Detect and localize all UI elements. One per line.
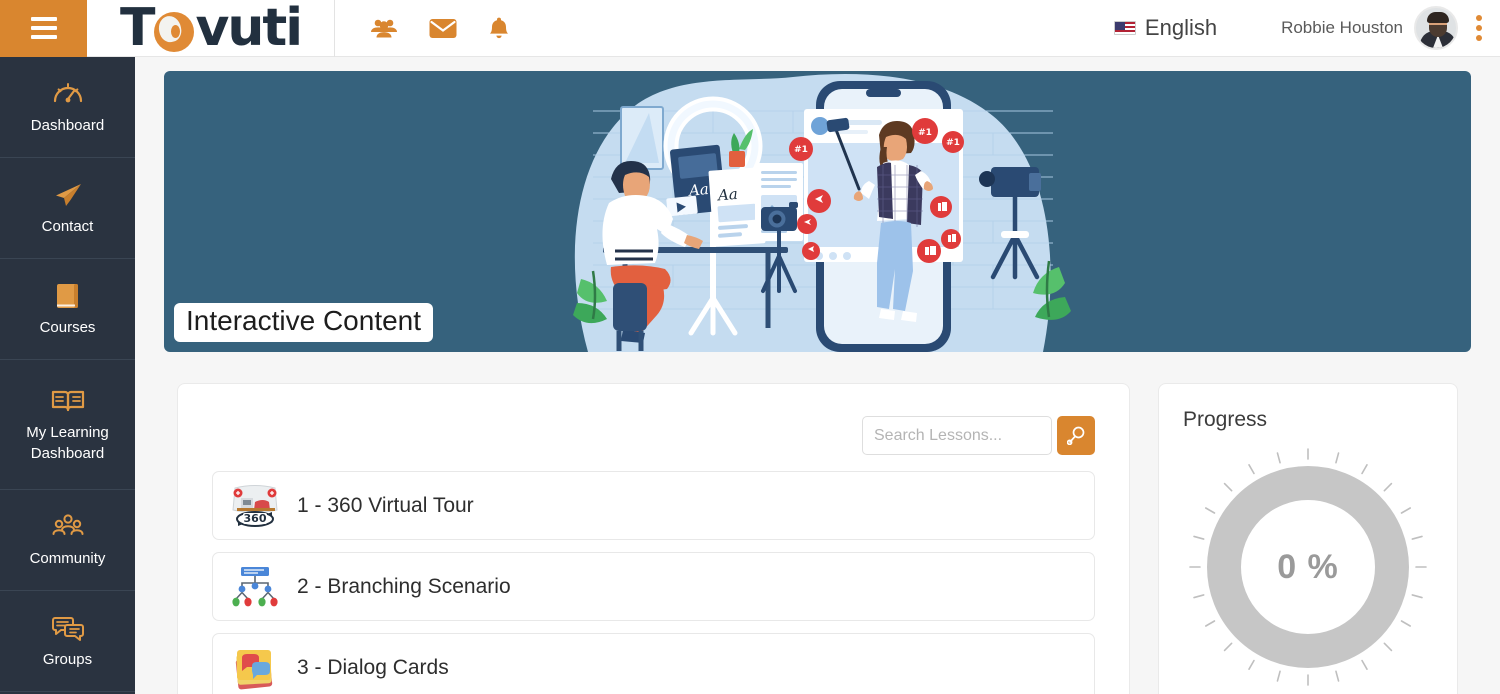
content-creator-illustration: Aa Aa #1 #1 #1 — [572, 73, 1071, 352]
lesson-row[interactable]: 2 - Branching Scenario — [212, 552, 1095, 621]
sidebar-item-label: Contact — [41, 217, 94, 235]
user-name-label[interactable]: Robbie Houston — [1281, 18, 1403, 38]
logo-text: Tvuti — [119, 0, 303, 58]
kebab-menu-icon[interactable] — [1472, 11, 1486, 45]
svg-text:360: 360 — [244, 512, 267, 525]
sidebar-item-contact[interactable]: Contact — [0, 158, 135, 259]
header-right-group: English Robbie Houston — [1113, 6, 1500, 50]
language-selector[interactable]: English — [1113, 15, 1218, 41]
branching-scenario-icon — [229, 563, 281, 611]
bell-icon[interactable] — [487, 16, 511, 40]
sidebar-item-label: Dashboard — [30, 116, 105, 134]
sidebar-item-community[interactable]: Community — [0, 490, 135, 591]
book-icon — [53, 280, 83, 312]
progress-panel: Progress 0 % — [1158, 383, 1458, 694]
users-icon[interactable] — [369, 17, 399, 39]
us-flag-icon — [1113, 21, 1136, 35]
search-icon — [1066, 426, 1084, 445]
mail-icon[interactable] — [429, 18, 457, 39]
left-sidebar: Dashboard Contact Courses My Learning Da… — [0, 57, 135, 694]
people-group-icon — [52, 511, 84, 543]
paper-plane-icon — [52, 179, 84, 211]
app-root: Tvuti English Robbie Houston Dashboard C… — [0, 0, 1500, 694]
lesson-label: 3 - Dialog Cards — [297, 655, 449, 679]
svg-text:#1: #1 — [918, 128, 932, 138]
progress-title: Progress — [1183, 408, 1268, 431]
top-header: Tvuti English Robbie Houston — [0, 0, 1500, 57]
logo-elephant-icon — [154, 12, 195, 52]
sidebar-item-label: My Learning Dashboard — [26, 424, 109, 462]
progress-donut-chart: 0 % — [1185, 444, 1431, 690]
header-icon-group — [369, 16, 511, 40]
search-input[interactable] — [862, 416, 1052, 455]
search-button[interactable] — [1057, 416, 1095, 455]
sidebar-item-courses[interactable]: Courses — [0, 259, 135, 360]
avatar[interactable] — [1414, 6, 1458, 50]
svg-text:#1: #1 — [946, 138, 960, 148]
language-label: English — [1144, 15, 1218, 40]
lesson-label: 2 - Branching Scenario — [297, 574, 511, 598]
lesson-label: 1 - 360 Virtual Tour — [297, 493, 474, 517]
hamburger-icon — [30, 17, 57, 39]
sidebar-item-groups[interactable]: Groups — [0, 591, 135, 692]
lesson-row[interactable]: 3 - Dialog Cards — [212, 633, 1095, 694]
lesson-list: 360 1 - 360 Virtual Tour 2 - Branching S… — [212, 471, 1095, 694]
donut-track — [1207, 466, 1409, 668]
360-virtual-tour-icon: 360 — [229, 482, 281, 530]
brand-logo[interactable]: Tvuti — [87, 0, 335, 57]
chat-bubbles-icon — [51, 612, 84, 644]
sidebar-item-label: Community — [29, 549, 106, 567]
sidebar-item-my-learning-dashboard[interactable]: My Learning Dashboard — [0, 360, 135, 490]
gauge-icon — [52, 78, 84, 110]
course-banner: Aa Aa #1 #1 #1 Interactive Content — [164, 71, 1471, 352]
sidebar-item-dashboard[interactable]: Dashboard — [0, 57, 135, 158]
lessons-panel: 360 1 - 360 Virtual Tour — [177, 383, 1130, 694]
menu-toggle-button[interactable] — [0, 0, 87, 57]
lesson-search-row — [862, 416, 1095, 455]
sidebar-item-label: Groups — [42, 650, 93, 668]
main-content: Aa Aa #1 #1 #1 Interactive Content Searc… — [135, 57, 1500, 694]
banner-title: Interactive Content — [174, 303, 434, 342]
lesson-row[interactable]: 360 1 - 360 Virtual Tour — [212, 471, 1095, 540]
open-book-icon — [51, 385, 85, 417]
svg-text:#1: #1 — [794, 145, 808, 155]
dialog-cards-icon — [229, 644, 281, 692]
svg-text:Aa: Aa — [715, 185, 738, 204]
sidebar-item-label: Courses — [39, 318, 96, 336]
